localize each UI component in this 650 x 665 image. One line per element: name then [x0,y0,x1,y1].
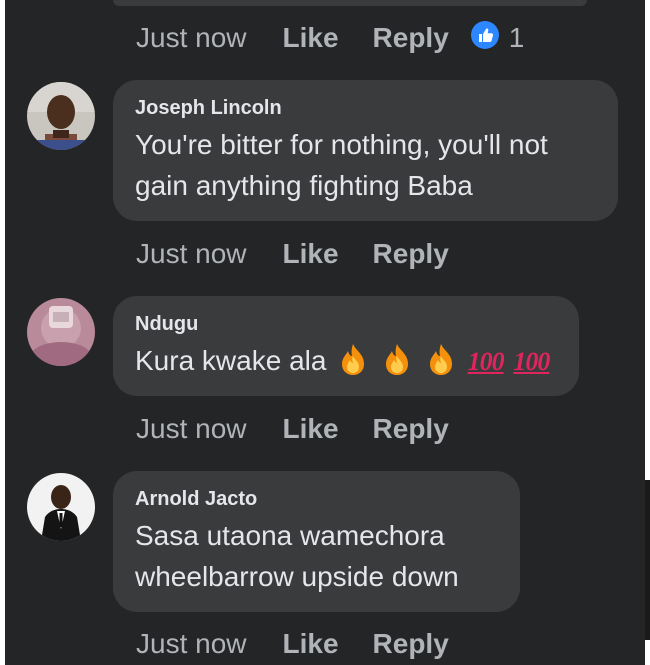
person-photo-icon [27,298,95,366]
comment-text: You're bitter for nothing, you'll not ga… [135,129,548,201]
avatar[interactable] [27,82,95,150]
reaction-count: 1 [508,22,525,53]
fire-emoji-icon [336,342,370,387]
comment-actions: Just now Like Reply [136,409,449,449]
previous-comment-bubble [113,0,587,6]
hundred-points-icon: 100 [467,347,505,376]
previous-comment-actions: Just now Like Reply 1 [136,18,524,58]
fire-emoji-icon [380,342,414,387]
window-edge [645,480,650,640]
comment-bubble: Arnold Jacto Sasa utaona wamechora wheel… [113,471,520,612]
person-photo-icon [27,473,95,541]
comment-bubble: Ndugu Kura kwake ala 100 100 [113,296,579,396]
hundred-points-icon: 100 [513,347,550,376]
comment-actions: Just now Like Reply [136,624,449,664]
like-button[interactable]: Like [283,413,339,445]
comment-actions: Just now Like Reply [136,234,449,274]
reply-button[interactable]: Reply [373,413,449,445]
comment-bubble: Joseph Lincoln You're bitter for nothing… [113,80,618,221]
comment-timestamp: Just now [136,238,247,269]
screenshot-viewport: Just now Like Reply 1 Joseph Lincoln You… [0,0,650,665]
avatar[interactable] [27,473,95,541]
comment-author[interactable]: Joseph Lincoln [135,96,596,120]
like-reaction-icon [470,20,499,56]
comment-text-line: Kura kwake ala 100 100 [135,340,557,387]
comment-timestamp: Just now [136,628,247,659]
like-button[interactable]: Like [283,628,339,660]
comment-timestamp: Just now [136,22,247,53]
like-button[interactable]: Like [283,238,339,270]
comment-author[interactable]: Arnold Jacto [135,487,498,511]
avatar[interactable] [27,298,95,366]
person-photo-icon [27,82,95,150]
comment-text: Sasa utaona wamechora wheelbarrow upside… [135,520,459,592]
reaction-summary[interactable]: 1 [470,20,525,56]
comment-timestamp: Just now [136,413,247,444]
reply-button[interactable]: Reply [373,628,449,660]
reply-button[interactable]: Reply [373,238,449,270]
fire-emoji-icon [424,342,458,387]
like-button[interactable]: Like [283,22,339,54]
reply-button[interactable]: Reply [373,22,449,54]
comment-text: Kura kwake ala [135,345,327,376]
comments-panel: Just now Like Reply 1 Joseph Lincoln You… [5,0,645,665]
comment-author[interactable]: Ndugu [135,312,557,336]
